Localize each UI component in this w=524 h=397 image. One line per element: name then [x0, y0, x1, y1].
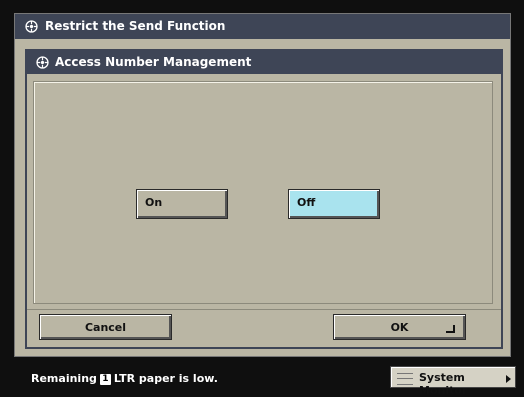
settings-content-area: On Off: [33, 81, 493, 304]
monitor-lines-icon: [397, 373, 413, 385]
footer-divider: [27, 309, 501, 310]
cancel-button-label: Cancel: [84, 321, 127, 334]
ok-button[interactable]: OK: [333, 314, 466, 340]
right-arrow-icon: [506, 375, 511, 383]
dialog-title: Access Number Management: [55, 55, 252, 69]
system-monitor-label: System Monitor: [419, 371, 468, 397]
access-number-dialog: Access Number Management On Off Cancel O…: [25, 49, 503, 349]
status-message: Remaining 1 LTR paper is low.: [31, 372, 218, 385]
status-text-after: LTR paper is low.: [113, 372, 218, 385]
system-monitor-button[interactable]: System Monitor: [390, 366, 516, 397]
function-gear-icon: [25, 20, 38, 33]
function-gear-icon: [36, 56, 49, 69]
touch-panel-screen: Restrict the Send Function Access Number…: [0, 0, 524, 397]
window-title: Restrict the Send Function: [45, 19, 226, 33]
restrict-send-function-window: Restrict the Send Function Access Number…: [14, 13, 511, 357]
on-button[interactable]: On: [136, 189, 228, 219]
off-button[interactable]: Off: [288, 189, 380, 219]
enter-mark-icon: [446, 325, 455, 333]
on-button-label: On: [145, 196, 163, 209]
dialog-title-bar: Access Number Management: [27, 51, 501, 74]
window-title-bar: Restrict the Send Function: [15, 14, 510, 39]
paper-tray-icon: 1: [99, 373, 111, 385]
off-button-label: Off: [297, 196, 316, 209]
status-text-before: Remaining: [31, 372, 97, 385]
cancel-button[interactable]: Cancel: [39, 314, 172, 340]
